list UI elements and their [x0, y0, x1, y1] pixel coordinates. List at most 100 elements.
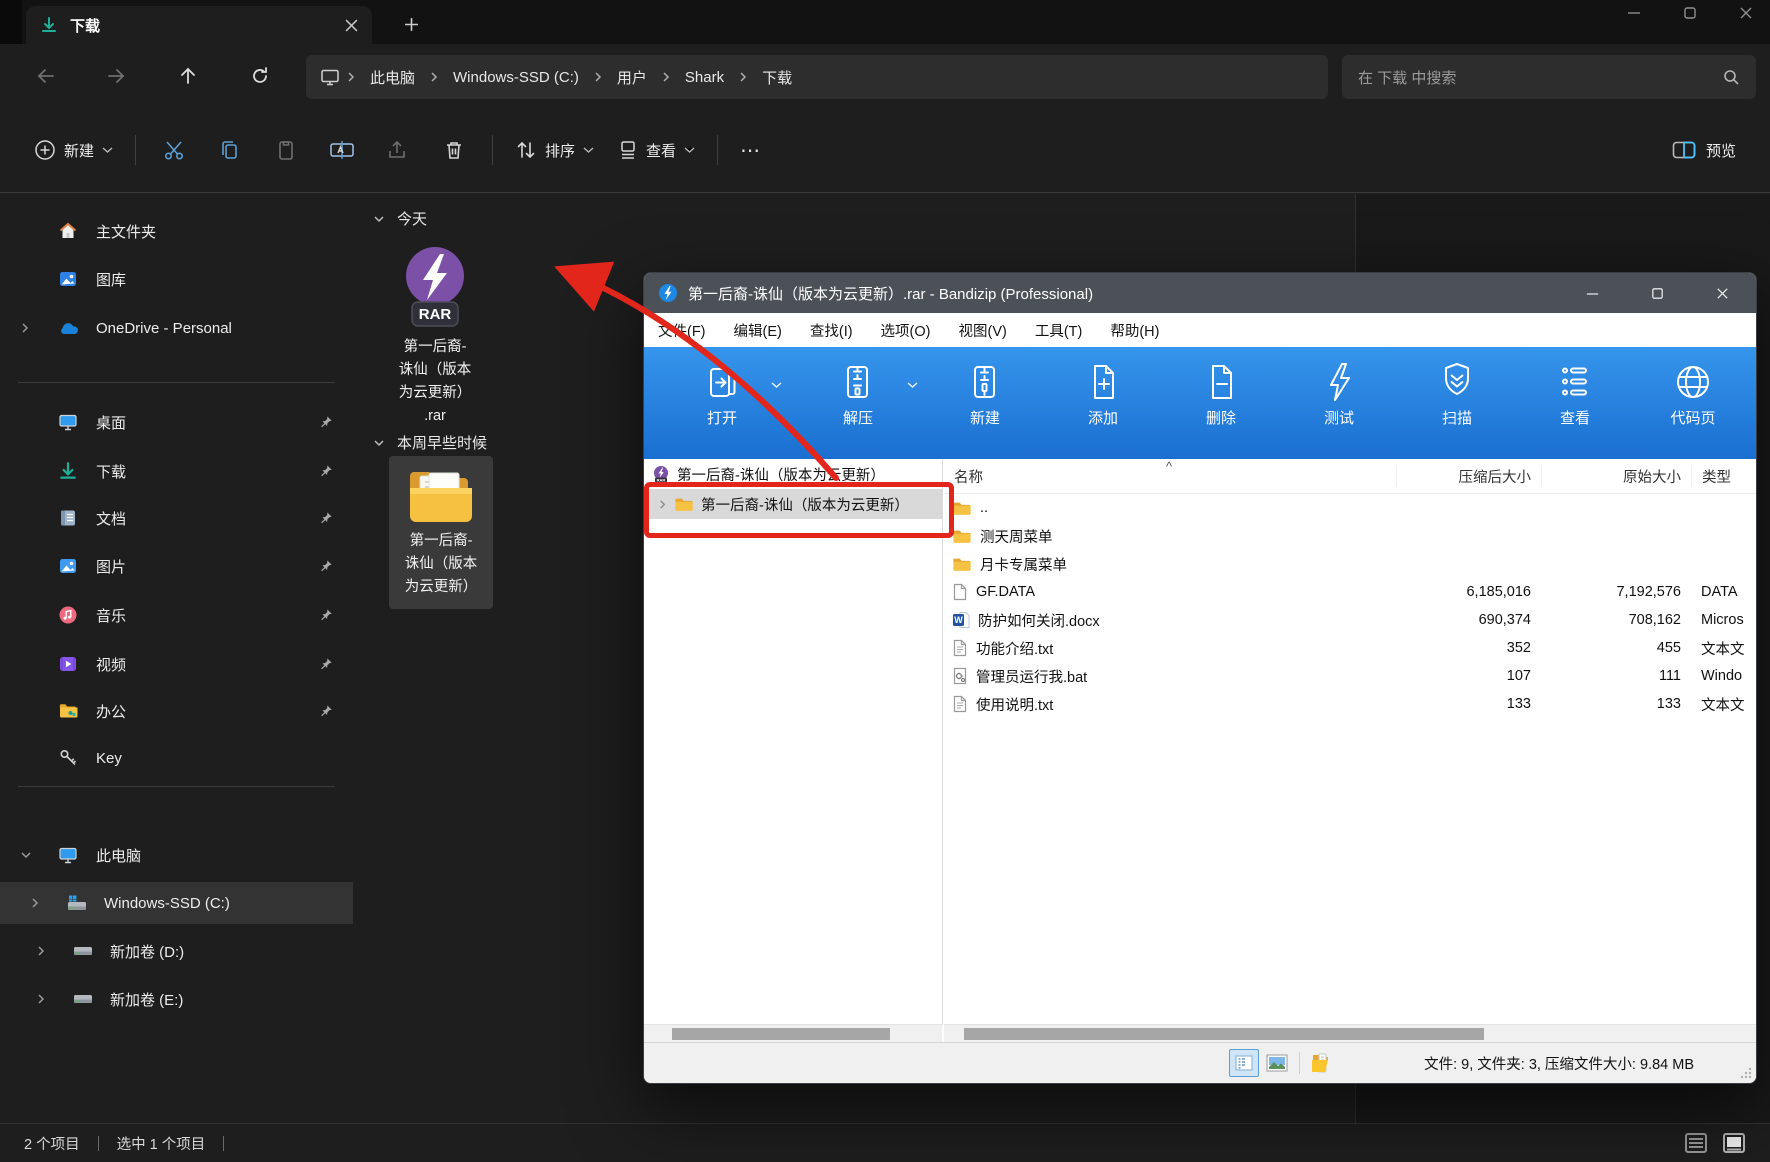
test-button[interactable]: 测试	[1280, 347, 1398, 459]
menu-edit[interactable]: 编辑(E)	[734, 320, 782, 341]
chevron-down-icon[interactable]	[373, 214, 385, 224]
menu-tools[interactable]: 工具(T)	[1035, 320, 1083, 341]
sidebar-item-home[interactable]: 主文件夹	[6, 210, 347, 252]
sidebar-item-office[interactable]: 办公	[6, 690, 347, 732]
close-icon[interactable]	[1715, 286, 1730, 301]
menu-view[interactable]: 视图(V)	[958, 320, 1006, 341]
sidebar-item-documents[interactable]: 文档	[6, 497, 347, 539]
view-list-button[interactable]: 查看	[1516, 347, 1634, 459]
tree-horizontal-scrollbar[interactable]	[644, 1024, 942, 1043]
maximize-icon[interactable]	[1682, 0, 1698, 26]
sidebar-item-this-pc[interactable]: 此电脑	[6, 834, 347, 876]
scrollbar-thumb[interactable]	[672, 1028, 890, 1040]
forward-button[interactable]	[96, 56, 136, 96]
group-header-earlier[interactable]: 本周早些时候	[373, 432, 487, 453]
tab-close-icon[interactable]	[345, 19, 358, 32]
column-header-packed-size[interactable]: 压缩后大小	[1396, 465, 1541, 487]
delete-button[interactable]: 删除	[1162, 347, 1280, 459]
open-folder-icon[interactable]	[1310, 1052, 1334, 1074]
more-options-button[interactable]: ⋯	[728, 127, 774, 173]
search-input[interactable]: 在 下载 中搜索	[1342, 55, 1756, 99]
list-row-file[interactable]: 管理员运行我.bat 107 111 Windo	[944, 662, 1756, 690]
sidebar-item-pictures[interactable]: 图片	[6, 545, 347, 587]
details-view-toggle-icon[interactable]	[1229, 1049, 1259, 1077]
image-view-toggle-icon[interactable]	[1266, 1054, 1288, 1072]
chevron-down-icon[interactable]	[373, 438, 385, 448]
bandizip-title-bar[interactable]: 第一后裔-诛仙（版本为云更新）.rar - Bandizip (Professi…	[644, 273, 1756, 313]
open-button[interactable]: 打开	[654, 347, 790, 459]
sidebar-item-videos[interactable]: 视频	[6, 643, 347, 685]
menu-file[interactable]: 文件(F)	[658, 320, 706, 341]
sidebar-item-desktop[interactable]: 桌面	[6, 401, 347, 443]
copy-button[interactable]	[202, 127, 258, 173]
sidebar-item-drive-c[interactable]: Windows-SSD (C:)	[0, 882, 353, 924]
resize-grip[interactable]	[1738, 1065, 1752, 1079]
explorer-tab-downloads[interactable]: 下载	[26, 6, 372, 44]
sidebar-item-key[interactable]: Key	[6, 737, 347, 779]
preview-toggle-button[interactable]: 预览	[1660, 132, 1748, 169]
menu-find[interactable]: 查找(I)	[810, 320, 853, 341]
chevron-down-icon[interactable]	[771, 381, 782, 389]
file-name: 月卡专属菜单	[980, 557, 1067, 574]
sidebar-item-drive-d[interactable]: 新加卷 (D:)	[6, 930, 347, 972]
list-row-parent-dir[interactable]: ..	[944, 494, 1756, 522]
new-button[interactable]: 新建	[22, 129, 125, 171]
paste-button[interactable]	[258, 127, 314, 173]
refresh-button[interactable]	[240, 56, 280, 96]
back-button[interactable]	[26, 56, 66, 96]
selection-count: 选中 1 个项目	[116, 1136, 206, 1153]
delete-button[interactable]	[426, 127, 482, 173]
list-row-file[interactable]: GF.DATA 6,185,016 7,192,576 DATA	[944, 578, 1756, 606]
chevron-down-icon[interactable]	[907, 381, 918, 389]
rename-button[interactable]	[314, 127, 370, 173]
details-view-icon[interactable]	[1684, 1132, 1708, 1154]
sidebar-item-drive-e[interactable]: 新加卷 (E:)	[6, 978, 347, 1020]
breadcrumb-shark[interactable]: Shark	[677, 65, 732, 90]
minimize-icon[interactable]	[1626, 0, 1642, 26]
column-header-type[interactable]: 类型	[1691, 465, 1756, 487]
list-row-file[interactable]: 使用说明.txt 133 133 文本文	[944, 690, 1756, 718]
chevron-right-icon[interactable]	[36, 945, 46, 957]
chevron-right-icon[interactable]	[30, 897, 40, 909]
list-row-folder[interactable]: 月卡专属菜单	[944, 550, 1756, 578]
view-button[interactable]: 查看	[606, 129, 707, 171]
maximize-icon[interactable]	[1650, 286, 1665, 301]
new-tab-button[interactable]	[396, 10, 426, 38]
breadcrumb-this-pc[interactable]: 此电脑	[362, 63, 423, 92]
chevron-right-icon[interactable]	[20, 322, 30, 334]
group-header-today[interactable]: 今天	[373, 208, 427, 229]
minimize-icon[interactable]	[1585, 286, 1600, 301]
column-header-original-size[interactable]: 原始大小	[1541, 465, 1691, 487]
scrollbar-thumb[interactable]	[964, 1028, 1484, 1040]
list-row-file[interactable]: 功能介绍.txt 352 455 文本文	[944, 634, 1756, 662]
more-options-label: ⋯	[740, 139, 763, 162]
up-button[interactable]	[168, 56, 208, 96]
sidebar-item-gallery[interactable]: 图库	[6, 258, 347, 300]
scan-button[interactable]: 扫描	[1398, 347, 1516, 459]
share-button[interactable]	[370, 127, 426, 173]
breadcrumb-downloads[interactable]: 下载	[754, 63, 800, 92]
new-archive-button[interactable]: 新建	[926, 347, 1044, 459]
sidebar-item-onedrive[interactable]: OneDrive - Personal	[6, 307, 347, 349]
close-icon[interactable]	[1738, 0, 1754, 26]
search-icon[interactable]	[1722, 68, 1740, 86]
codepage-button[interactable]: 代码页	[1634, 347, 1752, 459]
chevron-right-icon[interactable]	[36, 993, 46, 1005]
list-row-folder[interactable]: 测天周菜单	[944, 522, 1756, 550]
add-button[interactable]: 添加	[1044, 347, 1162, 459]
menu-help[interactable]: 帮助(H)	[1110, 320, 1159, 341]
sidebar-item-music[interactable]: 音乐	[6, 594, 347, 636]
chevron-down-icon[interactable]	[20, 850, 32, 860]
menu-options[interactable]: 选项(O)	[881, 320, 931, 341]
sidebar-item-downloads[interactable]: 下载	[6, 450, 347, 492]
breadcrumb-users[interactable]: 用户	[609, 63, 655, 92]
cut-button[interactable]	[146, 127, 202, 173]
list-horizontal-scrollbar[interactable]	[944, 1024, 1756, 1043]
file-tile-folder[interactable]: 第一后裔- 诛仙（版本 为云更新）	[389, 456, 493, 609]
list-row-file[interactable]: W 防护如何关闭.docx 690,374 708,162 Micros	[944, 606, 1756, 634]
breadcrumb-drive-c[interactable]: Windows-SSD (C:)	[445, 65, 587, 90]
sort-button[interactable]: 排序	[503, 129, 606, 171]
file-tile-rar[interactable]: RAR 第一后裔- 诛仙（版本 为云更新） .rar	[383, 244, 487, 428]
extract-button[interactable]: 解压	[790, 347, 926, 459]
large-icons-view-icon[interactable]	[1722, 1132, 1746, 1154]
